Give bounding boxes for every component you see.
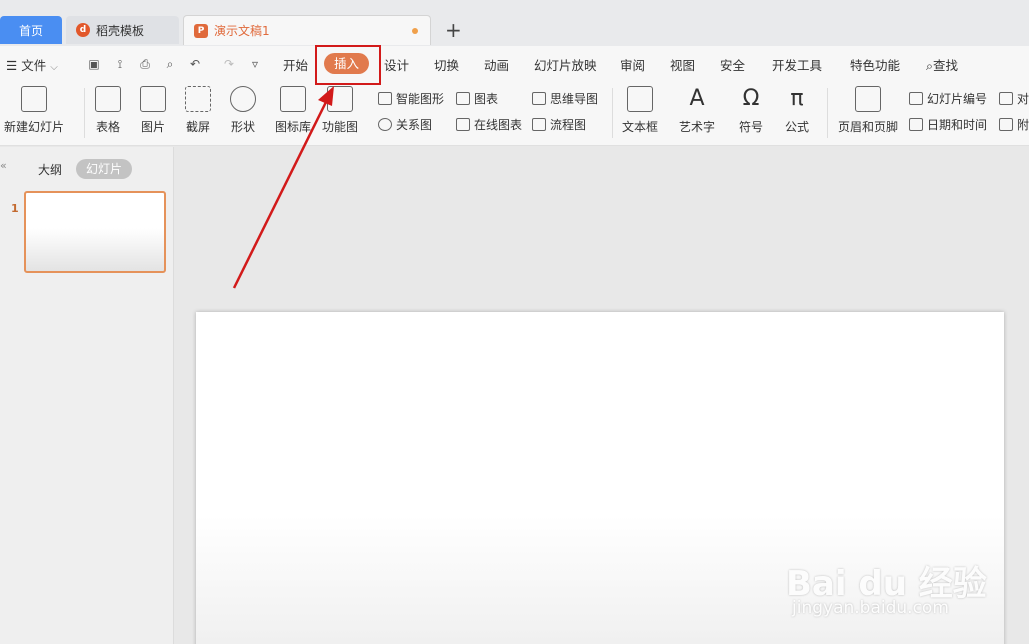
baidu-watermark: Bai du 经验 jingyan.baidu.com <box>786 548 987 628</box>
watermark-url: jingyan.baidu.com <box>792 598 949 618</box>
